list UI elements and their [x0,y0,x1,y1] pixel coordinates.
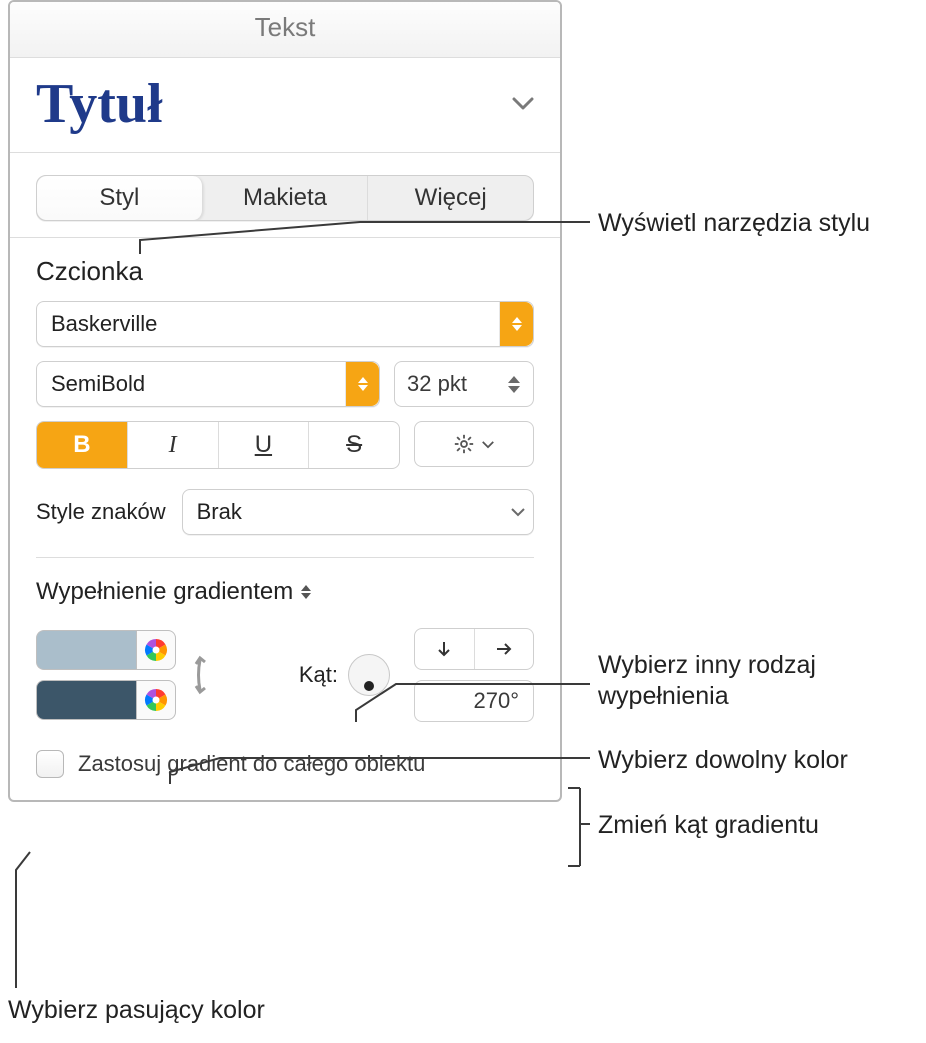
leader-lines [0,0,926,1043]
